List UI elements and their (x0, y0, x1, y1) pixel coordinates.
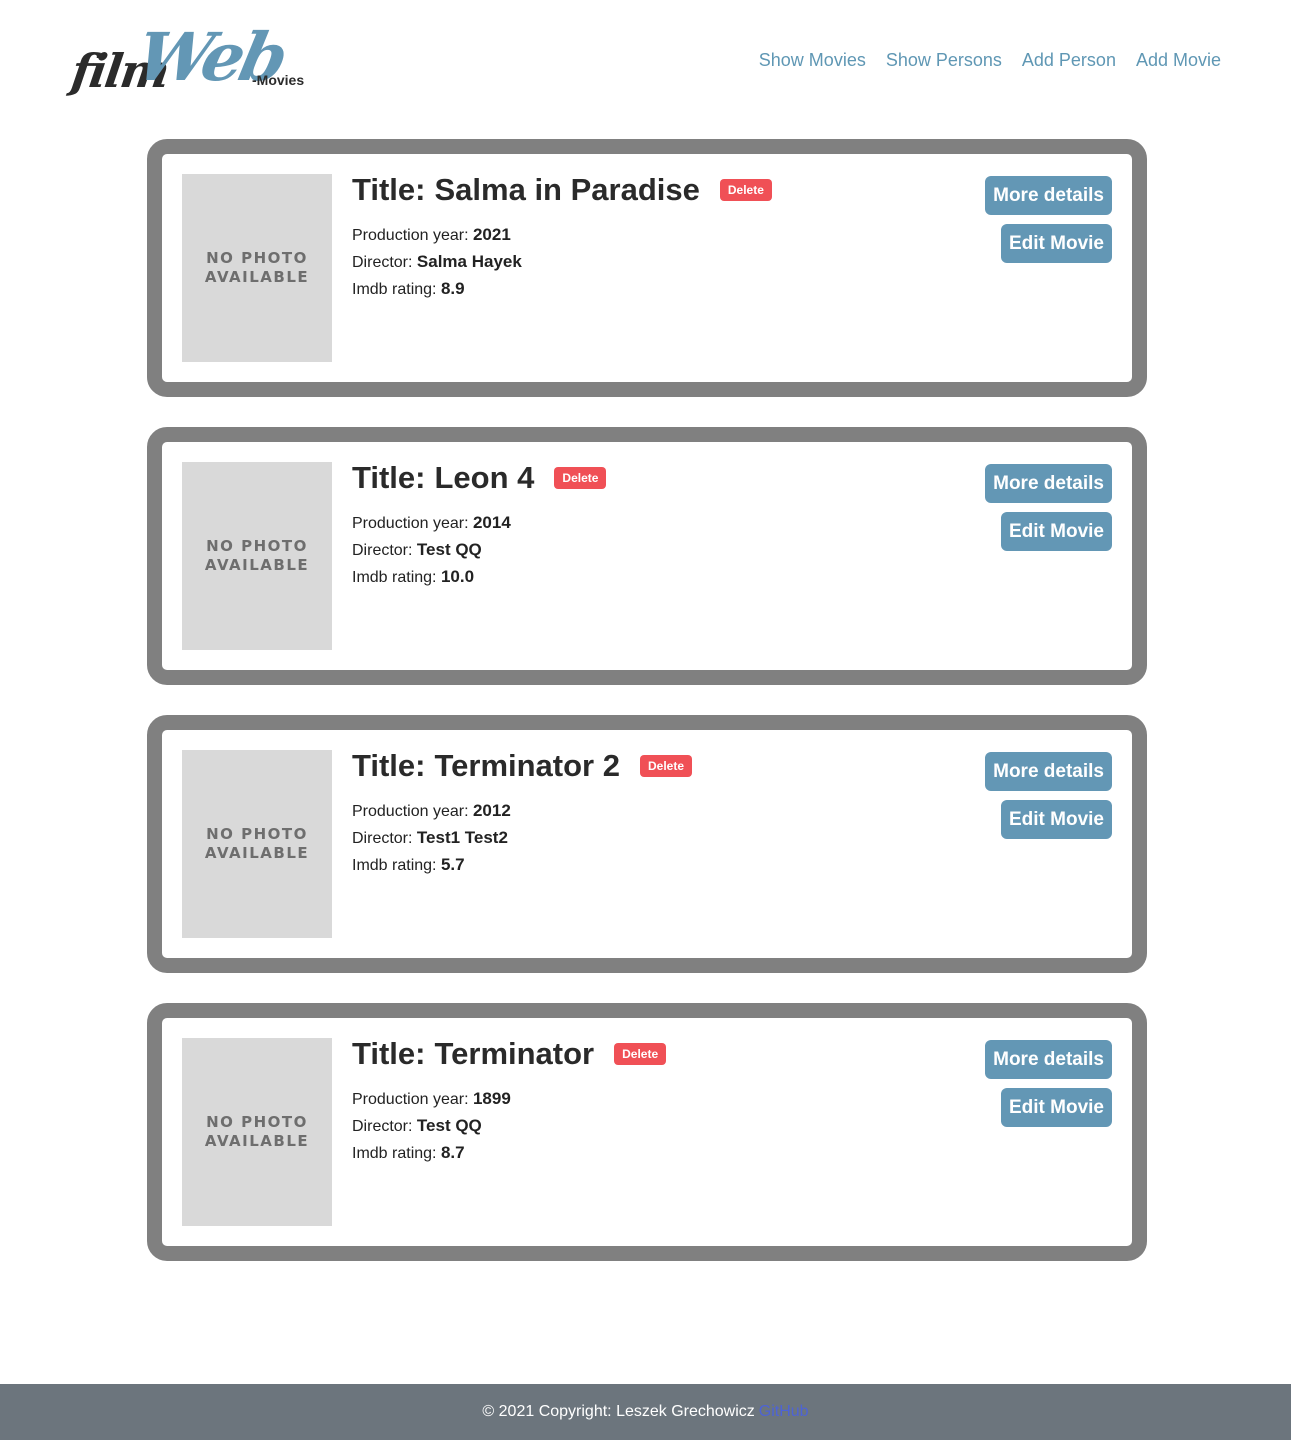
movie-actions: More details Edit Movie (985, 1040, 1112, 1127)
more-details-button[interactable]: More details (985, 1040, 1112, 1079)
production-year-value: 2021 (472, 225, 511, 244)
movie-poster-placeholder: NO PHOTO AVAILABLE (182, 1038, 332, 1226)
director-row: Director: Test QQ (352, 1113, 666, 1140)
delete-button[interactable]: Delete (639, 755, 693, 777)
movie-poster-placeholder: NO PHOTO AVAILABLE (182, 750, 332, 938)
movie-title: Salma in Paradise (434, 172, 700, 207)
production-year-row: Production year: 2014 (352, 510, 606, 537)
movie-title-prefix: Title: (352, 460, 426, 495)
movie-title-row: Title: Leon 4 Delete (352, 458, 607, 498)
director-label: Director: (352, 1118, 413, 1135)
production-year-label: Production year: (352, 515, 469, 532)
production-year-row: Production year: 2012 (352, 798, 692, 825)
no-photo-text: NO PHOTO AVAILABLE (204, 249, 310, 286)
movie-title-row: Title: Terminator Delete (352, 1034, 667, 1074)
delete-button[interactable]: Delete (719, 179, 772, 201)
production-year-label: Production year: (352, 803, 469, 820)
director-label: Director: (352, 542, 413, 559)
delete-button[interactable]: Delete (614, 1043, 667, 1065)
site-footer: © 2021 Copyright: Leszek Grechowicz GitH… (0, 1384, 1291, 1440)
movie-poster-placeholder: NO PHOTO AVAILABLE (182, 174, 332, 362)
movie-title-row: Title: Salma in Paradise Delete (352, 170, 772, 210)
edit-movie-button[interactable]: Edit Movie (1000, 1088, 1112, 1127)
no-photo-text: NO PHOTO AVAILABLE (204, 825, 310, 862)
director-row: Director: Test1 Test2 (352, 825, 692, 852)
movie-title-prefix: Title: (352, 748, 426, 783)
rating-value: 10.0 (440, 567, 475, 586)
filmweb-logo[interactable]: film Web -Movies (68, 18, 330, 102)
github-link[interactable]: GitHub (759, 1403, 809, 1421)
main-nav: Show Movies Show Persons Add Person Add … (759, 50, 1221, 71)
movie-card: NO PHOTO AVAILABLE Title: Leon 4 Delete … (147, 427, 1147, 685)
movie-list: NO PHOTO AVAILABLE Title: Salma in Parad… (147, 139, 1147, 1291)
rating-value: 5.7 (440, 855, 465, 874)
director-value: Test QQ (416, 540, 482, 559)
logo-suffix-text: -Movies (252, 72, 305, 88)
movie-actions: More details Edit Movie (985, 752, 1112, 839)
movie-card: NO PHOTO AVAILABLE Title: Salma in Parad… (147, 139, 1147, 397)
movie-title: Terminator (434, 1036, 595, 1071)
no-photo-text: NO PHOTO AVAILABLE (204, 537, 310, 574)
production-year-value: 1899 (472, 1089, 511, 1108)
movie-actions: More details Edit Movie (985, 464, 1112, 551)
copyright-text: © 2021 Copyright: Leszek Grechowicz (482, 1403, 755, 1420)
edit-movie-button[interactable]: Edit Movie (1000, 800, 1112, 839)
nav-add-movie[interactable]: Add Movie (1136, 50, 1221, 71)
rating-label: Imdb rating: (352, 1145, 437, 1162)
rating-row: Imdb rating: 8.9 (352, 276, 772, 303)
movie-title-prefix: Title: (352, 1036, 426, 1071)
delete-button[interactable]: Delete (554, 467, 607, 489)
production-year-label: Production year: (352, 1091, 469, 1108)
director-value: Test QQ (416, 1116, 482, 1135)
director-row: Director: Test QQ (352, 537, 606, 564)
movie-info: Title: Leon 4 Delete Production year: 20… (352, 458, 607, 591)
rating-value: 8.7 (440, 1143, 465, 1162)
nav-show-movies[interactable]: Show Movies (759, 50, 866, 71)
rating-row: Imdb rating: 5.7 (352, 852, 692, 879)
movie-title-prefix: Title: (352, 172, 426, 207)
movie-title-row: Title: Terminator 2 Delete (352, 746, 693, 786)
movie-poster-placeholder: NO PHOTO AVAILABLE (182, 462, 332, 650)
edit-movie-button[interactable]: Edit Movie (1000, 224, 1112, 263)
more-details-button[interactable]: More details (985, 464, 1112, 503)
director-value: Test1 Test2 (416, 828, 508, 847)
director-label: Director: (352, 830, 413, 847)
movie-actions: More details Edit Movie (985, 176, 1112, 263)
production-year-value: 2012 (472, 801, 511, 820)
director-label: Director: (352, 254, 413, 271)
edit-movie-button[interactable]: Edit Movie (1000, 512, 1112, 551)
production-year-label: Production year: (352, 227, 469, 244)
movie-card: NO PHOTO AVAILABLE Title: Terminator 2 D… (147, 715, 1147, 973)
production-year-row: Production year: 1899 (352, 1086, 666, 1113)
more-details-button[interactable]: More details (985, 752, 1112, 791)
rating-value: 8.9 (440, 279, 465, 298)
movie-title: Terminator 2 (434, 748, 620, 783)
director-value: Salma Hayek (416, 252, 522, 271)
rating-label: Imdb rating: (352, 857, 437, 874)
production-year-value: 2014 (472, 513, 511, 532)
more-details-button[interactable]: More details (985, 176, 1112, 215)
production-year-row: Production year: 2021 (352, 222, 772, 249)
nav-show-persons[interactable]: Show Persons (886, 50, 1002, 71)
nav-add-person[interactable]: Add Person (1022, 50, 1116, 71)
movie-info: Title: Salma in Paradise Delete Producti… (352, 170, 772, 303)
movie-title: Leon 4 (434, 460, 535, 495)
movie-card: NO PHOTO AVAILABLE Title: Terminator Del… (147, 1003, 1147, 1261)
movie-info: Title: Terminator Delete Production year… (352, 1034, 667, 1167)
director-row: Director: Salma Hayek (352, 249, 772, 276)
rating-row: Imdb rating: 8.7 (352, 1140, 666, 1167)
rating-label: Imdb rating: (352, 281, 437, 298)
rating-label: Imdb rating: (352, 569, 437, 586)
no-photo-text: NO PHOTO AVAILABLE (204, 1113, 310, 1150)
movie-info: Title: Terminator 2 Delete Production ye… (352, 746, 693, 879)
rating-row: Imdb rating: 10.0 (352, 564, 606, 591)
